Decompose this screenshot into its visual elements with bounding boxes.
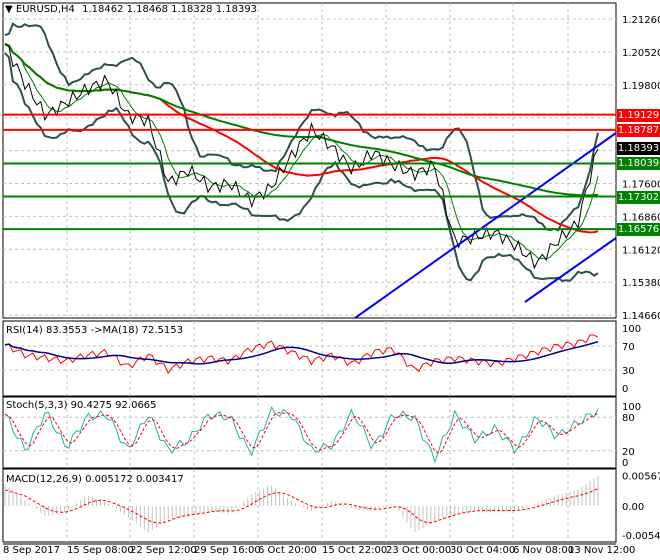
dropdown-triangle-icon[interactable]: ▼ (5, 4, 13, 15)
time-label: 8 Sep 2017 (3, 545, 60, 556)
ma-red (4, 43, 599, 234)
stoch-axis-label: 20 (622, 447, 635, 458)
price-label: 1.14660 (622, 311, 660, 322)
symbol-label: EURUSD,H4 (15, 4, 75, 15)
price-label: 1.15380 (622, 278, 660, 289)
bollinger-lower (4, 52, 599, 283)
time-label: 22 Sep 12:00 (130, 545, 197, 556)
level-label: 1.17302 (617, 190, 660, 204)
level-label: 1.18787 (617, 123, 660, 137)
panel-frame (2, 2, 617, 319)
stoch-axis-label: 80 (622, 413, 635, 424)
time-label: 23 Oct 00:00 (386, 545, 451, 556)
level-label: 1.19129 (617, 108, 660, 122)
price-label: 1.20520 (622, 48, 660, 59)
time-label: 13 Nov 12:00 (568, 545, 635, 556)
rsi-axis-label: 100 (622, 324, 641, 335)
rsi-title: RSI(14) 83.3553 ->MA(18) 72.5153 (6, 325, 183, 336)
stoch-title: Stoch(5,3,3) 90.4275 92.0665 (6, 400, 157, 411)
price-line (4, 43, 599, 270)
level-label: 1.16576 (617, 223, 660, 237)
ohlc-values: 1.18462 1.18468 1.18328 1.18393 (82, 4, 258, 15)
time-label: 30 Oct 04:00 (450, 545, 515, 556)
rsi-line (4, 334, 599, 375)
macd-signal-line (4, 488, 599, 524)
price-label: 1.16120 (622, 245, 660, 256)
chart-header: ▼ EURUSD,H4 1.18462 1.18468 1.18328 1.18… (5, 4, 257, 15)
current-price-label: 1.18393 (617, 141, 660, 155)
time-label: 29 Sep 16:00 (194, 545, 261, 556)
time-label: 6 Nov 08:00 (513, 545, 574, 556)
price-label: 1.19800 (622, 81, 660, 92)
price-label: 1.21260 (622, 15, 660, 26)
macd-title: MACD(12,26,9) 0.005172 0.003417 (6, 474, 184, 485)
rsi-axis-label: 0 (622, 384, 628, 395)
rsi-axis-label: 70 (622, 342, 635, 353)
macd-axis-label: 0.00 (622, 502, 644, 513)
ma-green (4, 43, 599, 197)
trendline-lower (524, 237, 617, 303)
macd-axis-label: -0.00542 (622, 531, 660, 542)
price-label: 1.16860 (622, 212, 660, 223)
stoch-axis-label: 100 (622, 402, 641, 413)
bollinger-upper (4, 22, 599, 232)
macd-axis-label: 0.005676 (622, 472, 660, 483)
rsi-axis-label: 30 (622, 366, 635, 377)
ma-fast (4, 43, 599, 260)
price-label: 1.17600 (622, 180, 660, 191)
time-label: 15 Oct 22:00 (322, 545, 387, 556)
time-label: 6 Oct 20:00 (258, 545, 317, 556)
stoch-main-line (4, 406, 599, 464)
stoch-axis-label: 0 (622, 458, 628, 469)
time-label: 15 Sep 08:00 (67, 545, 134, 556)
level-label: 1.18039 (617, 157, 660, 171)
